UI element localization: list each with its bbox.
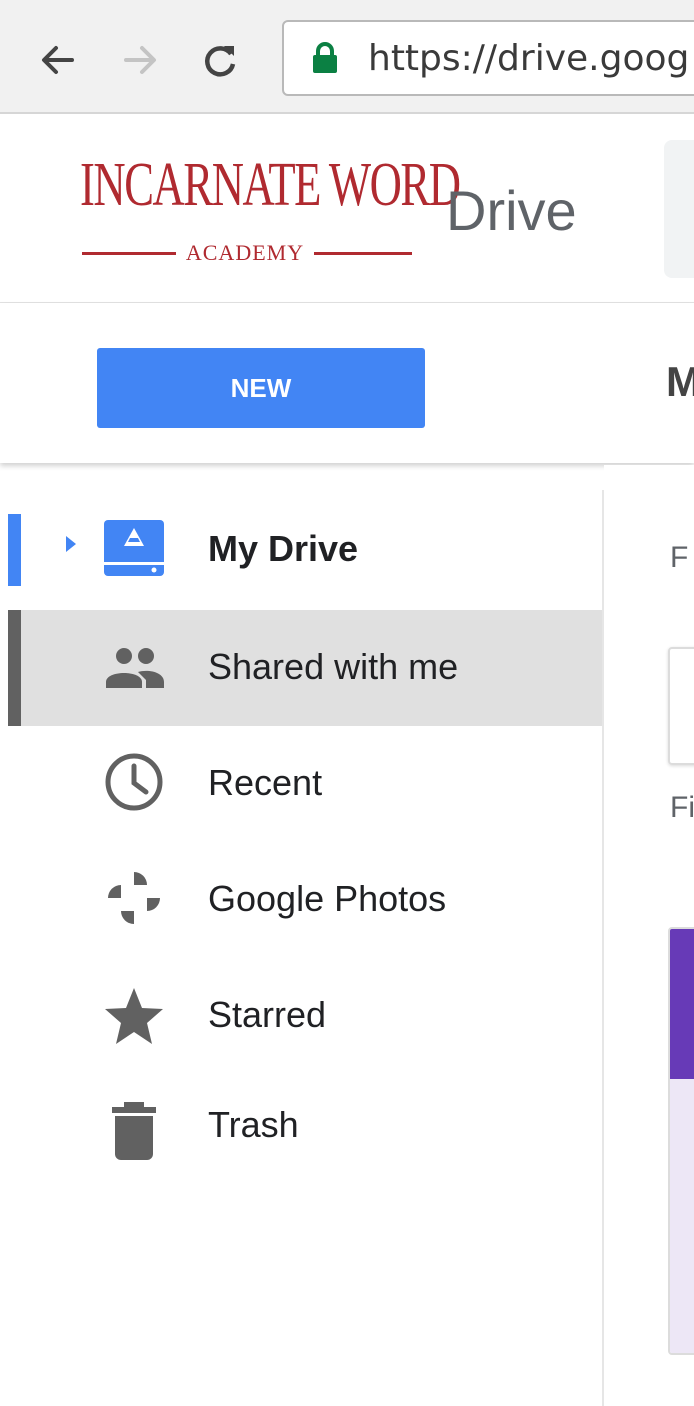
page-title[interactable]: M	[666, 358, 694, 406]
sidebar-item-trash[interactable]: Trash	[8, 1074, 602, 1190]
main-content: F Fi	[604, 465, 694, 1406]
logo-text: INCARNATE WORD	[80, 151, 461, 219]
shared-people-icon	[106, 648, 164, 688]
clock-icon	[105, 753, 163, 811]
sidebar-item-my-drive[interactable]: My Drive	[8, 490, 602, 606]
my-drive-icon	[104, 520, 164, 576]
school-logo[interactable]: INCARNATE WORD ACADEMY	[80, 152, 461, 272]
sidebar-item-label: Recent	[208, 762, 323, 803]
sidebar-item-starred[interactable]: Starred	[8, 958, 602, 1074]
url-text[interactable]: https://drive.goog	[368, 38, 689, 79]
drive-toolbar: NEW M	[0, 303, 694, 463]
file-card-preview	[670, 1079, 694, 1353]
selection-marker	[8, 514, 21, 586]
sidebar-item-label: Starred	[208, 994, 327, 1035]
logo-rule-right	[314, 252, 412, 255]
hover-marker	[8, 610, 21, 726]
trash-icon	[112, 1102, 156, 1160]
forward-arrow-icon[interactable]	[120, 40, 160, 80]
reload-icon[interactable]	[200, 40, 240, 80]
browser-toolbar: https://drive.goog	[0, 0, 694, 114]
sidebar-item-label: Trash	[208, 1104, 299, 1145]
folders-section-label: F	[670, 541, 689, 574]
drive-header: INCARNATE WORD ACADEMY Drive	[0, 114, 694, 303]
sidebar-item-google-photos[interactable]: Google Photos	[8, 842, 602, 958]
pinwheel-icon	[108, 872, 160, 924]
sidebar-item-label: Google Photos	[208, 878, 447, 919]
sidebar-item-label: My Drive	[208, 528, 359, 569]
logo-subtext: ACADEMY	[185, 240, 305, 265]
files-section-label: Fi	[670, 791, 694, 824]
address-bar[interactable]: https://drive.goog	[282, 20, 694, 96]
sidebar-item-shared-with-me[interactable]: Shared with me	[8, 610, 602, 726]
file-card[interactable]	[668, 927, 694, 1355]
star-icon	[105, 988, 163, 1044]
new-button[interactable]: NEW	[97, 348, 425, 428]
file-card-header	[670, 929, 694, 1079]
back-arrow-icon[interactable]	[38, 40, 78, 80]
logo-rule-left	[82, 252, 176, 255]
sidebar: My Drive Shared with me Recent Google Ph…	[8, 490, 604, 1406]
expand-caret-icon[interactable]	[64, 534, 78, 554]
sidebar-item-label: Shared with me	[208, 646, 459, 687]
lock-icon	[313, 42, 337, 73]
folder-card[interactable]	[668, 647, 694, 765]
app-name: Drive	[446, 179, 577, 242]
sidebar-item-recent[interactable]: Recent	[8, 726, 602, 842]
search-input[interactable]	[664, 140, 694, 278]
